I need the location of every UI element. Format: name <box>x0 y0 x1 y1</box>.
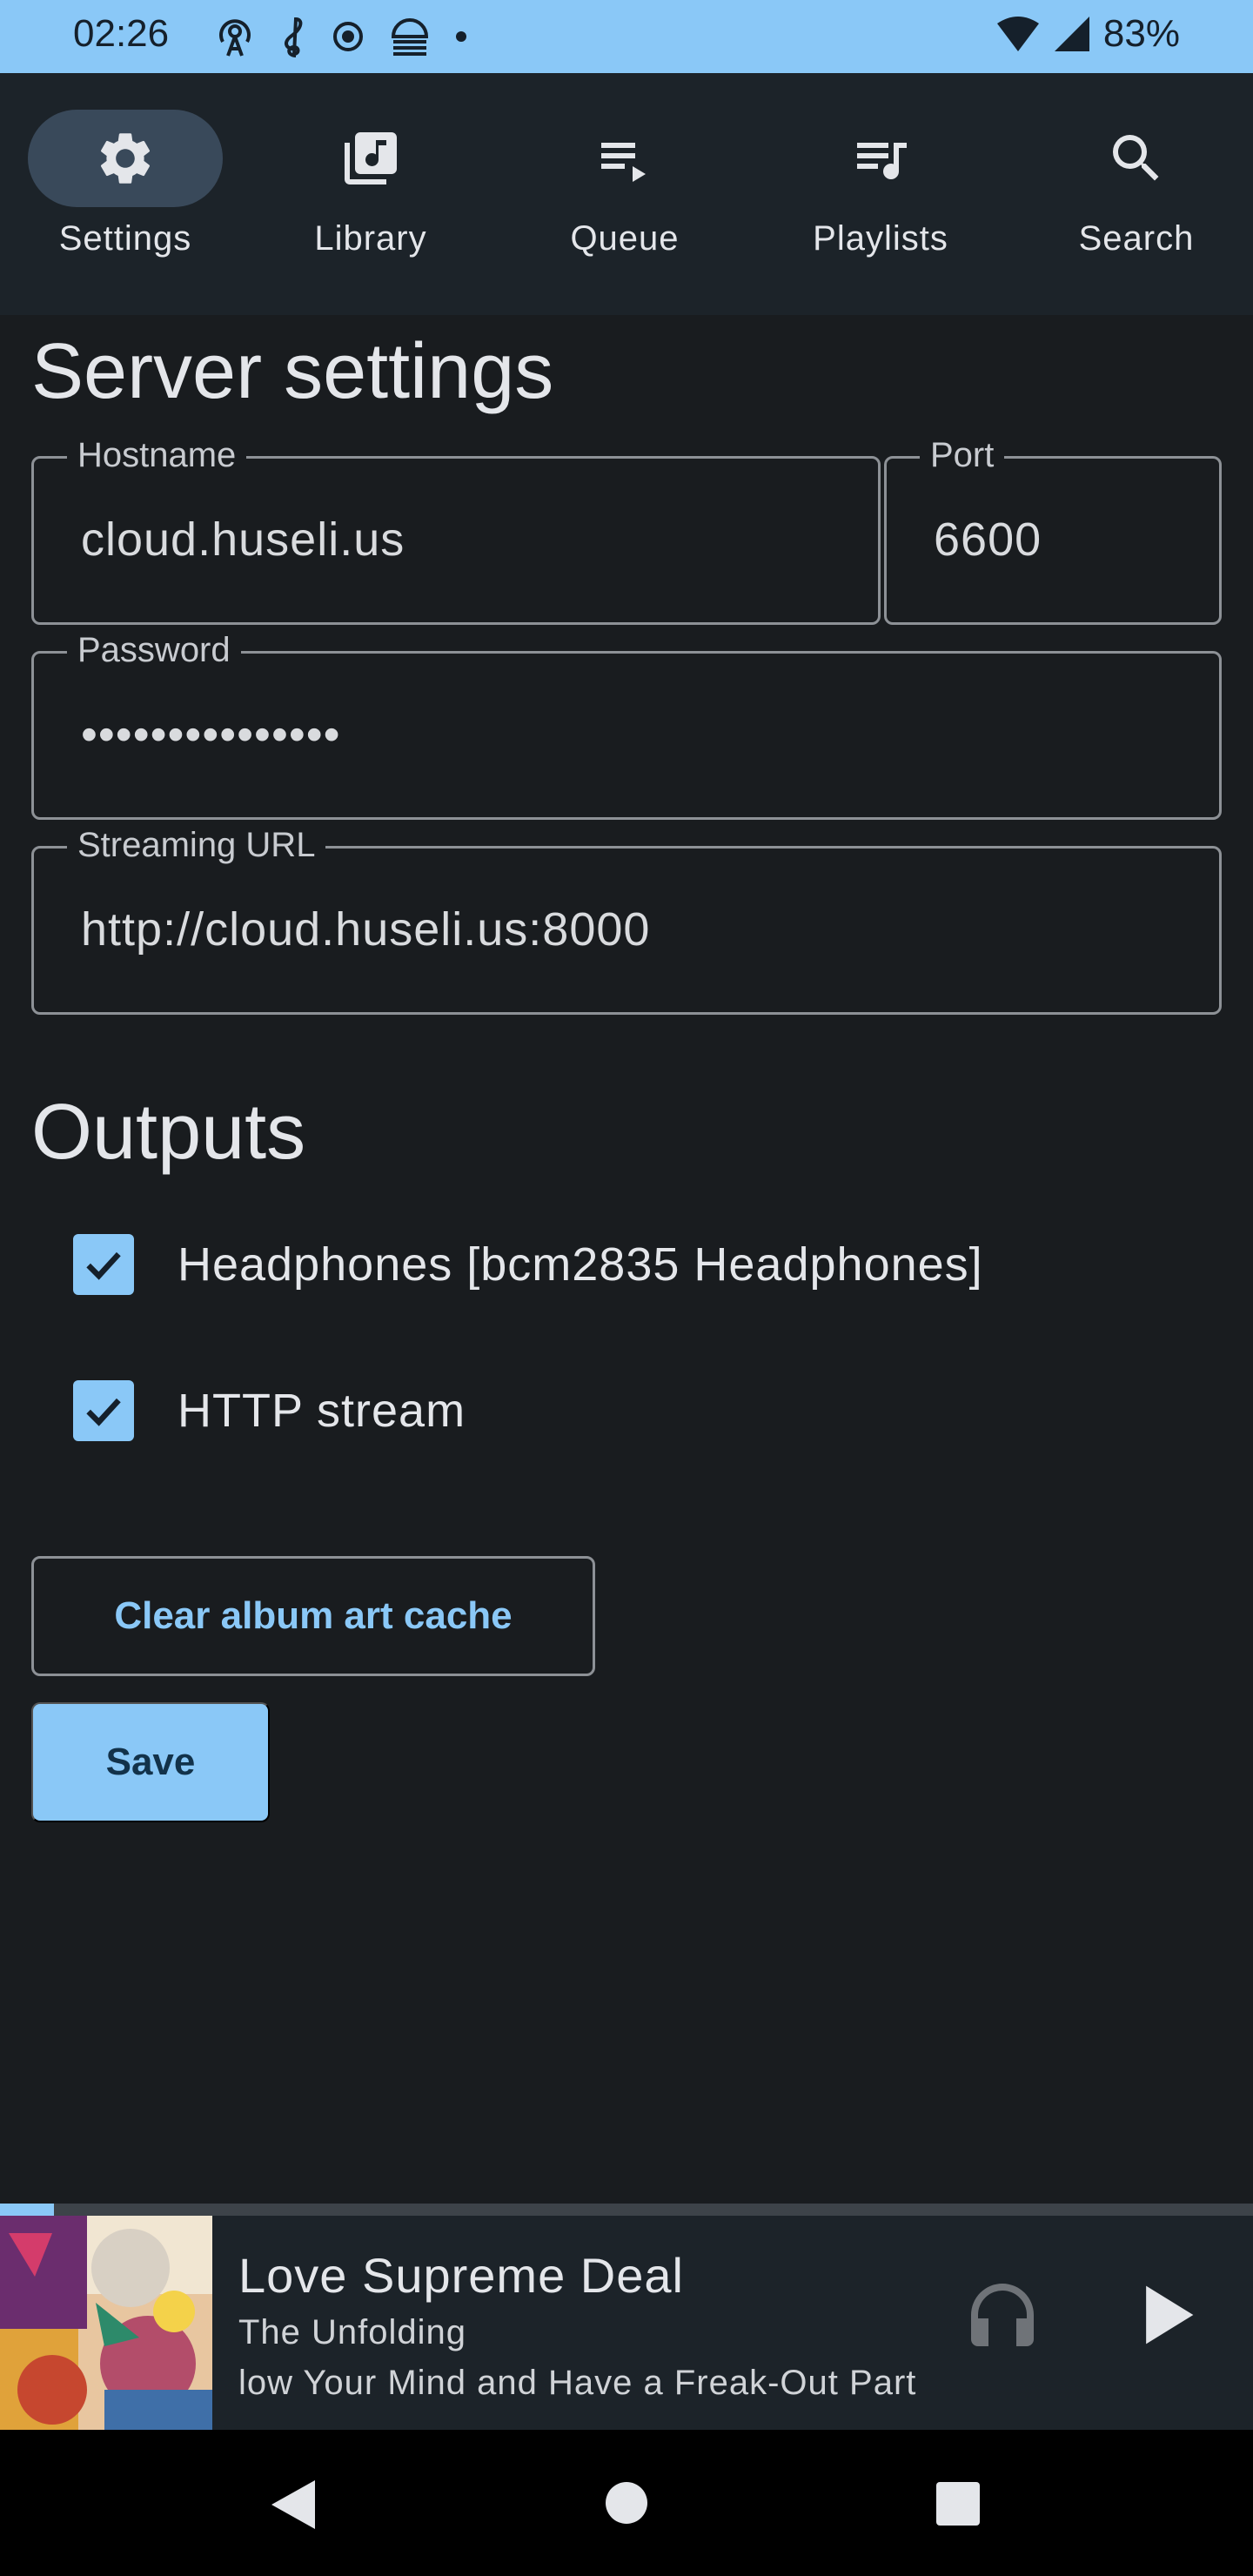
headphones-icon[interactable] <box>961 2273 1044 2357</box>
hostname-input[interactable]: cloud.huseli.us <box>81 513 405 567</box>
recents-icon[interactable] <box>935 2480 982 2527</box>
server-settings-title: Server settings <box>31 328 554 415</box>
playback-progress-bar[interactable] <box>0 2204 1253 2216</box>
port-label: Port <box>920 436 1005 475</box>
hostname-field[interactable]: Hostname cloud.huseli.us <box>31 436 881 625</box>
tab-label: Library <box>314 219 427 258</box>
battery-percent: 83% <box>1102 12 1180 55</box>
queue-play-icon <box>601 143 646 182</box>
track-title: Love Supreme Deal <box>238 2248 684 2303</box>
playback-progress-fill <box>0 2204 54 2216</box>
tab-search-indicator <box>1039 110 1234 207</box>
output-row-http-stream[interactable]: HTTP stream <box>73 1380 466 1441</box>
tab-library[interactable]: Library <box>245 73 496 315</box>
http-stream-checkbox[interactable] <box>73 1380 134 1441</box>
streaming-url-input[interactable]: http://cloud.huseli.us:8000 <box>81 902 650 956</box>
notification-dot-icon <box>456 31 466 42</box>
tab-label: Search <box>1078 219 1195 258</box>
album-art-image <box>0 2216 212 2430</box>
tab-label: Queue <box>570 219 680 258</box>
http-stream-output-label: HTTP stream <box>178 1385 466 1437</box>
tab-queue-indicator <box>527 110 722 207</box>
tab-search[interactable]: Search <box>1011 73 1253 315</box>
treble-clef-icon <box>284 17 303 57</box>
tab-label: Playlists <box>813 219 948 258</box>
top-navigation: Settings Library Queue Playlists Search <box>0 73 1253 315</box>
headphones-output-label: Headphones [bcm2835 Headphones] <box>178 1238 983 1291</box>
library-music-icon <box>345 132 397 184</box>
home-icon[interactable] <box>604 2480 649 2526</box>
checkmark-icon <box>86 1251 121 1280</box>
tab-settings[interactable]: Settings <box>0 73 251 315</box>
clear-album-art-cache-button[interactable]: Clear album art cache <box>31 1556 595 1676</box>
tab-settings-indicator <box>28 110 223 207</box>
status-system-icons: 83% <box>995 12 1180 56</box>
streaming-url-field[interactable]: Streaming URL http://cloud.huseli.us:800… <box>31 826 1222 1015</box>
tab-queue[interactable]: Queue <box>499 73 750 315</box>
gear-icon <box>100 133 151 184</box>
status-bar: 02:26 83% <box>0 0 1253 73</box>
podcast-icon <box>219 19 251 57</box>
tab-playlists[interactable]: Playlists <box>755 73 1006 315</box>
mini-player[interactable]: Love Supreme Deal The Unfolding low Your… <box>0 2216 1253 2430</box>
play-icon[interactable] <box>1121 2271 1208 2358</box>
outputs-title: Outputs <box>31 1089 306 1176</box>
port-field[interactable]: Port 6600 <box>884 436 1222 625</box>
system-navigation-bar <box>0 2430 1253 2576</box>
status-time: 02:26 <box>73 12 170 55</box>
output-row-headphones[interactable]: Headphones [bcm2835 Headphones] <box>73 1234 983 1295</box>
playlist-music-icon <box>857 143 907 179</box>
password-field[interactable]: Password ••••••••••••••• <box>31 631 1222 820</box>
android-debug-icon <box>391 18 429 56</box>
save-button[interactable]: Save <box>31 1702 270 1822</box>
password-input[interactable]: ••••••••••••••• <box>81 708 341 761</box>
back-icon[interactable] <box>266 2477 318 2532</box>
tab-label: Settings <box>58 219 192 258</box>
cell-signal-icon <box>1054 17 1089 51</box>
status-notification-icons <box>214 16 468 57</box>
headphones-checkbox[interactable] <box>73 1234 134 1295</box>
port-input[interactable]: 6600 <box>934 513 1042 567</box>
search-icon <box>1113 135 1159 181</box>
album-art[interactable] <box>0 2216 212 2430</box>
checkmark-icon <box>86 1398 121 1426</box>
track-marquee-text: low Your Mind and Have a Freak-Out Part <box>238 2364 917 2402</box>
password-label: Password <box>67 631 241 670</box>
track-album: The Unfolding <box>238 2313 467 2351</box>
radio-button-icon <box>333 22 363 51</box>
hostname-label: Hostname <box>67 436 247 475</box>
streaming-url-label: Streaming URL <box>67 826 326 865</box>
tab-library-indicator <box>273 110 468 207</box>
wifi-icon <box>996 17 1039 51</box>
tab-playlists-indicator <box>783 110 978 207</box>
